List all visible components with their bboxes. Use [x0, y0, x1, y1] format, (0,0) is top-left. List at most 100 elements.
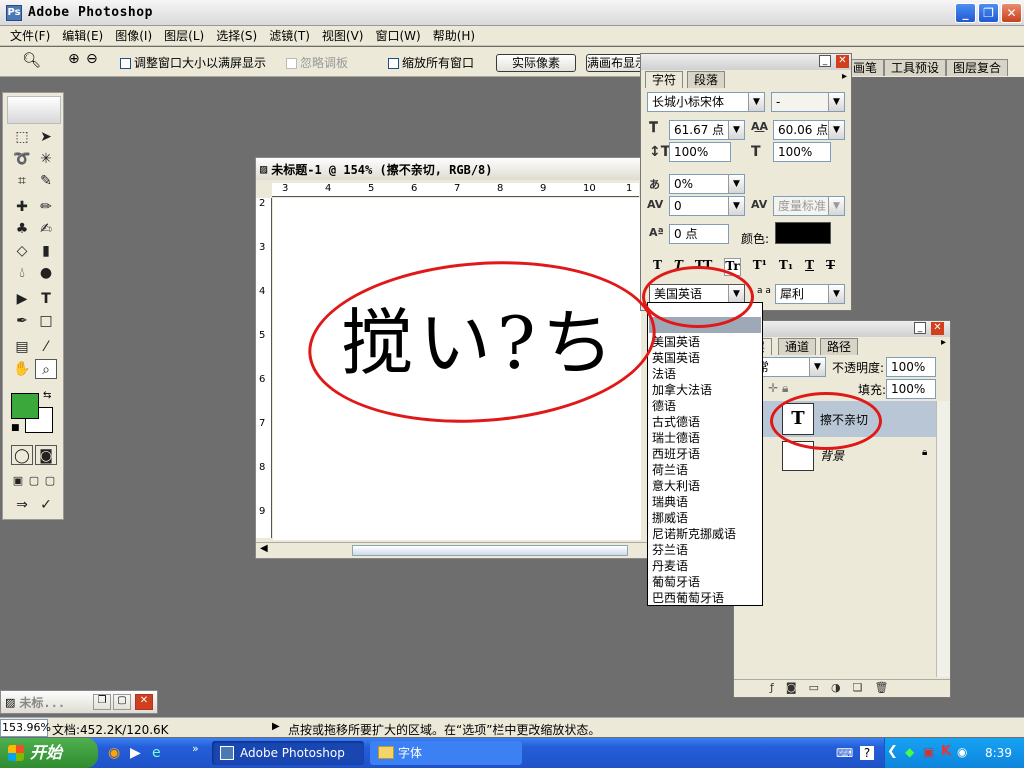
fit-screen-button[interactable]: 满画布显示 — [586, 54, 648, 72]
leading-input[interactable]: 60.06 点 ▼ — [773, 120, 845, 140]
default-colors-icon[interactable]: ■ — [11, 423, 20, 433]
kerning-select[interactable]: 度量标准 ▼ — [773, 196, 845, 216]
language-option[interactable]: 意大利语 — [648, 478, 762, 494]
type-tool-icon[interactable]: T — [35, 289, 57, 309]
antivirus-icon[interactable]: K — [941, 744, 951, 759]
language-option[interactable]: 加拿大法语 — [648, 382, 762, 398]
tab-paragraph[interactable]: 段落 — [687, 71, 726, 88]
dodge-tool-icon[interactable]: ● — [35, 263, 57, 283]
new-layer-icon[interactable]: ❏ — [853, 681, 875, 694]
character-close-icon[interactable]: ✕ — [836, 55, 849, 68]
tab-layer-comps[interactable]: 图层复合 — [946, 59, 1009, 76]
character-menu-icon[interactable]: ▸ — [842, 71, 847, 82]
blur-tool-icon[interactable]: 💧︎ — [11, 263, 33, 283]
firefox-icon[interactable]: ◉ — [108, 745, 120, 761]
ie-icon[interactable]: e — [152, 745, 161, 761]
vertical-scale-input[interactable]: 100% — [669, 142, 731, 162]
zoom-tool-icon[interactable]: 🔍︎ — [22, 51, 41, 69]
shape-tool-icon[interactable]: □ — [35, 311, 57, 331]
subscript-button[interactable]: T₁ — [779, 258, 793, 276]
gradient-tool-icon[interactable]: ▮ — [35, 241, 57, 261]
character-panel-header[interactable]: _ ✕ — [641, 54, 851, 70]
document-title-bar[interactable]: ▨ 未标题-1 @ 154% (擦不亲切, RGB/8) — [256, 158, 649, 180]
healing-brush-icon[interactable]: ✚ — [11, 197, 33, 217]
language-option[interactable]: 荷兰语 — [648, 462, 762, 478]
taskbar-item-photoshop[interactable]: Adobe Photoshop — [212, 741, 364, 765]
zoom-tool-selected-icon[interactable]: ⌕ — [35, 359, 57, 379]
language-option[interactable]: 尼诺斯克挪威语 — [648, 526, 762, 542]
minimize-button[interactable]: _ — [955, 3, 976, 23]
standard-mode-icon[interactable]: ◯ — [11, 445, 33, 465]
quicklaunch-more-icon[interactable]: » — [192, 742, 199, 755]
clone-stamp-icon[interactable]: ♣ — [11, 219, 33, 239]
opacity-input[interactable]: 100% — [886, 357, 936, 377]
zoom-level-input[interactable]: 153.96% — [0, 719, 51, 737]
menu-image[interactable]: 图像(I) — [109, 27, 158, 44]
language-option[interactable]: 西班牙语 — [648, 446, 762, 462]
slice-tool-icon[interactable]: ✎ — [35, 171, 57, 191]
scroll-left-icon[interactable]: ◀ — [260, 543, 268, 554]
menu-layer[interactable]: 图层(L) — [158, 27, 210, 44]
media-player-icon[interactable]: ▶ — [130, 745, 141, 761]
keyboard-icon[interactable]: ⌨ — [836, 746, 853, 760]
baseline-shift-input[interactable]: 0 点 — [669, 224, 729, 244]
superscript-button[interactable]: T¹ — [753, 258, 767, 276]
zoom-all-checkbox[interactable] — [388, 58, 399, 69]
tab-character[interactable]: 字符 — [645, 71, 684, 88]
move-tool-icon[interactable]: ➤ — [35, 127, 57, 147]
language-option[interactable]: 瑞士德语 — [648, 430, 762, 446]
layers-menu-icon[interactable]: ▸ — [941, 337, 946, 348]
history-brush-icon[interactable]: ✍ — [35, 219, 57, 239]
tsume-input[interactable]: 0% ▼ — [669, 174, 745, 194]
start-button[interactable]: 开始 — [0, 738, 98, 768]
font-style-select[interactable]: - ▼ — [771, 92, 845, 112]
tray-collapse-icon[interactable]: ❮ — [887, 744, 898, 759]
layers-close-icon[interactable]: ✕ — [931, 322, 944, 335]
tab-channels[interactable]: 通道 — [778, 338, 817, 355]
eraser-tool-icon[interactable]: ◇ — [11, 241, 33, 261]
character-minimize-icon[interactable]: _ — [819, 55, 831, 67]
scroll-thumb[interactable] — [352, 545, 628, 556]
language-option[interactable]: 芬兰语 — [648, 542, 762, 558]
language-option[interactable]: 美国英语 — [648, 334, 762, 350]
mini-restore-icon[interactable]: ❐ — [93, 694, 111, 710]
language-option[interactable]: 英国英语 — [648, 350, 762, 366]
layers-scrollbar[interactable] — [936, 401, 950, 677]
font-size-input[interactable]: 61.67 点 ▼ — [669, 120, 745, 140]
layers-minimize-icon[interactable]: _ — [914, 322, 926, 334]
resize-windows-option[interactable]: 调整窗口大小以满屏显示 — [120, 54, 266, 71]
text-color-swatch[interactable] — [775, 222, 831, 244]
menu-select[interactable]: 选择(S) — [210, 27, 263, 44]
pen-tool-icon[interactable]: ✒ — [11, 311, 33, 331]
tracking-input[interactable]: 0 ▼ — [669, 196, 745, 216]
new-set-icon[interactable]: ▭ — [809, 681, 831, 694]
font-family-select[interactable]: 长城小标宋体 ▼ — [647, 92, 765, 112]
horizontal-scrollbar[interactable]: ◀ — [256, 542, 649, 558]
zoom-out-icon[interactable]: ⊖ — [86, 51, 98, 67]
language-option[interactable]: 法语 — [648, 366, 762, 382]
antialias-select[interactable]: 犀利 ▼ — [775, 284, 845, 304]
clock[interactable]: 8:39 — [985, 746, 1012, 760]
menu-filter[interactable]: 滤镜(T) — [263, 27, 316, 44]
underline-button[interactable]: T — [805, 258, 814, 276]
security-icon[interactable]: ▣ — [923, 745, 934, 759]
close-button[interactable]: ✕ — [1001, 3, 1022, 23]
lasso-tool-icon[interactable]: ➰ — [11, 149, 33, 169]
strikethrough-button[interactable]: T — [826, 258, 835, 276]
adjustment-layer-icon[interactable]: ◑ — [831, 681, 853, 694]
resize-windows-checkbox[interactable] — [120, 58, 131, 69]
language-option[interactable]: 德语 — [648, 398, 762, 414]
brush-tool-icon[interactable]: ✏ — [35, 197, 57, 217]
fill-input[interactable]: 100% — [886, 379, 936, 399]
actual-pixels-button[interactable]: 实际像素 — [496, 54, 576, 72]
edit-in-imageready-icon[interactable]: ✓ — [35, 495, 57, 515]
language-option[interactable]: 古式德语 — [648, 414, 762, 430]
menu-window[interactable]: 窗口(W) — [369, 27, 426, 44]
zoom-all-option[interactable]: 缩放所有窗口 — [388, 54, 474, 71]
language-option[interactable]: 巴西葡萄牙语 — [648, 590, 762, 606]
eyedropper-icon[interactable]: ⁄ — [35, 337, 57, 357]
menu-help[interactable]: 帮助(H) — [427, 27, 481, 44]
language-option[interactable]: 瑞典语 — [648, 494, 762, 510]
menu-view[interactable]: 视图(V) — [316, 27, 370, 44]
delete-layer-icon[interactable]: 🗑︎ — [874, 681, 900, 694]
